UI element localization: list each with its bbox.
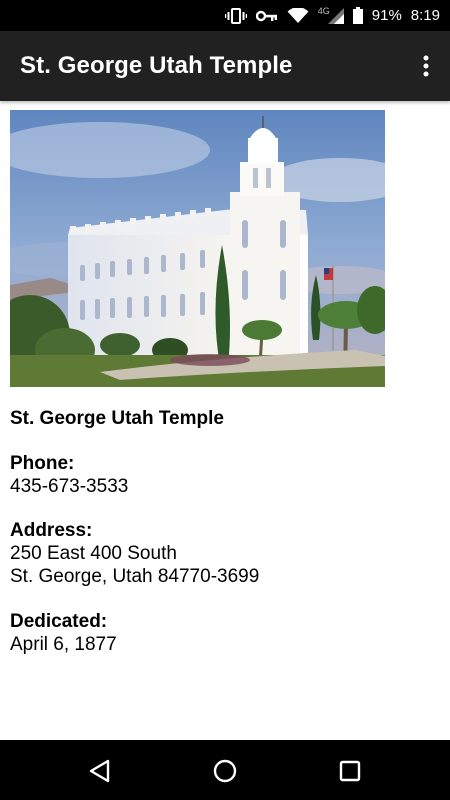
recents-square-icon[interactable] (336, 757, 364, 785)
vpn-key-icon (255, 10, 278, 22)
home-circle-icon[interactable] (211, 757, 239, 785)
address-section: Address: 250 East 400 South St. George, … (10, 519, 259, 588)
back-triangle-icon[interactable] (86, 757, 114, 785)
app-bar: St. George Utah Temple (0, 31, 450, 101)
temple-photo (10, 110, 385, 387)
app-title: St. George Utah Temple (20, 52, 293, 79)
battery-icon (352, 7, 363, 24)
more-vert-icon[interactable] (414, 49, 438, 83)
dedicated-value: April 6, 1877 (10, 634, 117, 655)
clock: 8:19 (410, 7, 440, 24)
dedicated-section: Dedicated: April 6, 1877 (10, 610, 117, 656)
phone-value[interactable]: 435-673-3533 (10, 475, 128, 498)
vibrate-icon (224, 7, 247, 24)
cell-signal-icon: 4G (317, 5, 344, 24)
navigation-bar (0, 740, 450, 800)
dedicated-label: Dedicated: (10, 611, 108, 632)
battery-percent: 91% (371, 7, 402, 24)
address-line-1[interactable]: 250 East 400 South (10, 542, 259, 565)
address-label: Address: (10, 520, 93, 541)
wifi-icon (287, 7, 309, 24)
address-line-2[interactable]: St. George, Utah 84770-3699 (10, 565, 259, 588)
temple-name: St. George Utah Temple (10, 408, 224, 429)
status-bar: 4G 91% 8:19 (0, 0, 450, 31)
phone-section: Phone: 435-673-3533 (10, 452, 128, 498)
network-type-label: 4G (317, 5, 330, 16)
phone-label: Phone: (10, 453, 75, 474)
